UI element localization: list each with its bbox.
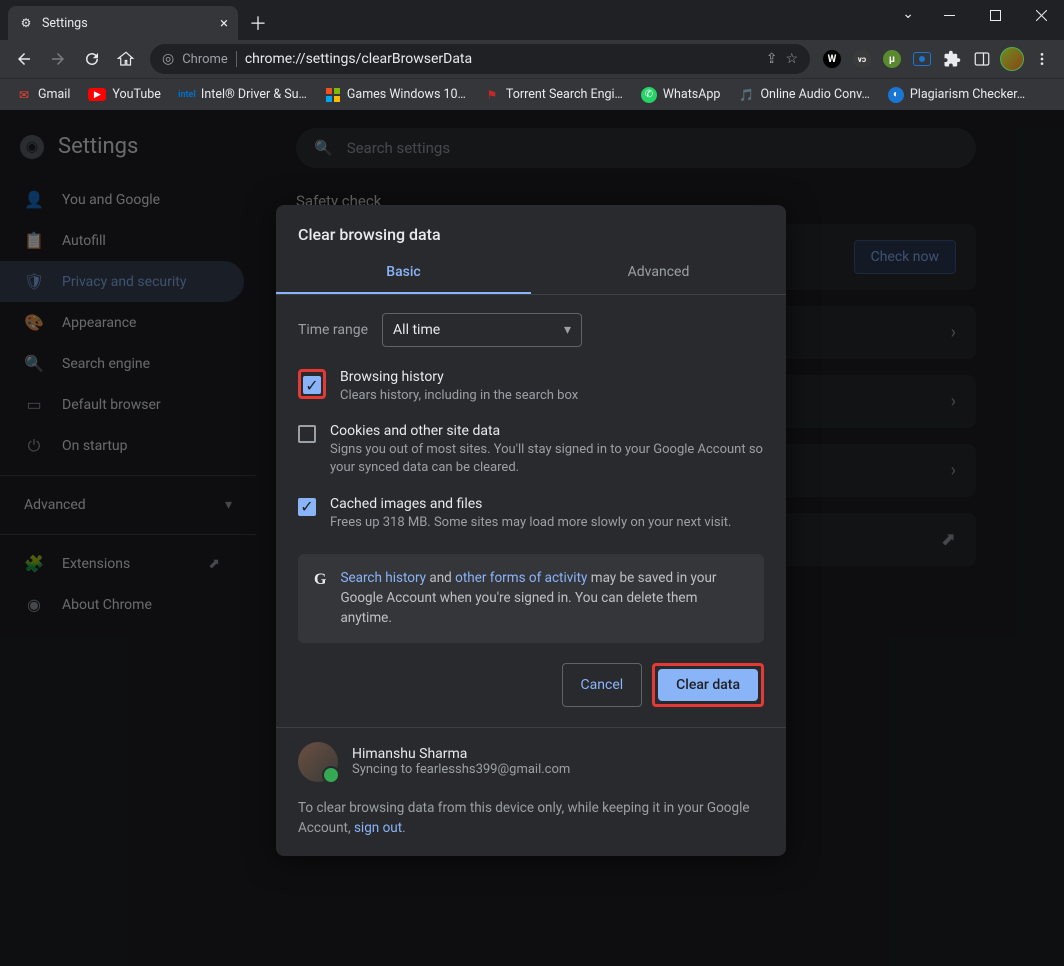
user-avatar bbox=[298, 742, 338, 782]
item-title: Cookies and other site data bbox=[330, 423, 764, 439]
torrent-icon: ⚑ bbox=[484, 87, 500, 103]
clear-browsing-data-dialog: Clear browsing data Basic Advanced Time … bbox=[276, 205, 786, 856]
reload-button[interactable] bbox=[76, 43, 108, 75]
ext-rec-icon[interactable] bbox=[908, 45, 936, 73]
audio-icon: 🎵 bbox=[738, 87, 754, 103]
bookmark-plagiarism[interactable]: ◐Plagiarism Checker… bbox=[880, 83, 1033, 107]
url-text: chrome://settings/clearBrowserData bbox=[245, 51, 472, 67]
gmail-icon: ✉ bbox=[16, 87, 32, 103]
checkbox-browsing-history[interactable]: ✓ bbox=[303, 376, 321, 394]
bookmark-audio[interactable]: 🎵Online Audio Conv… bbox=[730, 83, 877, 107]
home-button[interactable] bbox=[110, 43, 142, 75]
tab-title: Settings bbox=[42, 16, 88, 31]
bookmarks-bar: ✉Gmail ▶YouTube intelIntel® Driver & Su…… bbox=[0, 78, 1064, 110]
close-tab-icon[interactable]: × bbox=[220, 14, 228, 32]
tab-advanced[interactable]: Advanced bbox=[531, 252, 786, 294]
item-subtitle: Frees up 318 MB. Some sites may load mor… bbox=[330, 514, 731, 532]
cancel-button[interactable]: Cancel bbox=[562, 663, 643, 707]
browser-title-bar: ⚙ Settings × ＋ ⌄ bbox=[0, 0, 1064, 40]
dialog-title: Clear browsing data bbox=[276, 205, 786, 252]
intel-icon: intel bbox=[179, 87, 195, 103]
bookmark-games[interactable]: Games Windows 10… bbox=[317, 83, 474, 107]
window-minimize-button[interactable] bbox=[926, 0, 972, 30]
share-icon[interactable]: ⇪ bbox=[766, 51, 778, 67]
gear-icon: ⚙ bbox=[18, 15, 34, 31]
extensions-puzzle-icon[interactable] bbox=[938, 45, 966, 73]
google-g-icon: G bbox=[314, 568, 326, 629]
browser-tab[interactable]: ⚙ Settings × bbox=[8, 6, 238, 40]
address-bar[interactable]: ◎ Chrome chrome://settings/clearBrowserD… bbox=[150, 44, 810, 74]
google-info-box: G Search history and other forms of acti… bbox=[298, 554, 764, 643]
window-maximize-button[interactable] bbox=[972, 0, 1018, 30]
bookmark-whatsapp[interactable]: ✆WhatsApp bbox=[633, 83, 729, 107]
checkbox-cookies[interactable] bbox=[298, 425, 316, 443]
side-panel-icon[interactable] bbox=[968, 45, 996, 73]
other-activity-link[interactable]: other forms of activity bbox=[455, 570, 587, 586]
sign-out-link[interactable]: sign out bbox=[354, 820, 402, 836]
chevron-down-icon: ▾ bbox=[564, 322, 571, 338]
youtube-icon: ▶ bbox=[88, 88, 106, 101]
user-row: Himanshu Sharma Syncing to fearlesshs399… bbox=[276, 742, 786, 782]
clear-data-button[interactable]: Clear data bbox=[658, 669, 758, 701]
item-title: Cached images and files bbox=[330, 496, 731, 512]
windows-icon bbox=[325, 87, 341, 103]
search-history-link[interactable]: Search history bbox=[340, 570, 426, 586]
back-button[interactable] bbox=[8, 43, 40, 75]
user-sync-status: Syncing to fearlesshs399@gmail.com bbox=[352, 762, 570, 777]
url-scheme-label: Chrome bbox=[182, 52, 228, 67]
highlight-box-2: Clear data bbox=[652, 663, 764, 707]
profile-avatar[interactable] bbox=[998, 45, 1026, 73]
highlight-box-1: ✓ bbox=[298, 369, 326, 399]
ext-wallaby-icon[interactable]: W bbox=[818, 45, 846, 73]
window-close-button[interactable] bbox=[1018, 0, 1064, 30]
browser-toolbar: ◎ Chrome chrome://settings/clearBrowserD… bbox=[0, 40, 1064, 78]
item-title: Browsing history bbox=[340, 369, 578, 385]
bookmark-star-icon[interactable]: ☆ bbox=[785, 51, 798, 67]
new-tab-button[interactable]: ＋ bbox=[244, 9, 272, 37]
bookmark-intel[interactable]: intelIntel® Driver & Su… bbox=[171, 83, 315, 107]
bookmark-gmail[interactable]: ✉Gmail bbox=[8, 83, 78, 107]
site-info-icon[interactable]: ◎ bbox=[162, 51, 174, 67]
bookmark-torrent[interactable]: ⚑Torrent Search Engi… bbox=[476, 83, 631, 107]
forward-button[interactable] bbox=[42, 43, 74, 75]
item-subtitle: Signs you out of most sites. You'll stay… bbox=[330, 441, 764, 477]
omnibox-divider bbox=[236, 51, 237, 67]
ext-utorrent-icon[interactable]: μ bbox=[878, 45, 906, 73]
browser-menu-icon[interactable] bbox=[1028, 45, 1056, 73]
user-name: Himanshu Sharma bbox=[352, 746, 570, 762]
item-subtitle: Clears history, including in the search … bbox=[340, 387, 578, 405]
checkbox-cache[interactable]: ✓ bbox=[298, 498, 316, 516]
plagiarism-icon: ◐ bbox=[888, 87, 904, 103]
bookmark-youtube[interactable]: ▶YouTube bbox=[80, 83, 169, 106]
time-range-select[interactable]: All time ▾ bbox=[382, 313, 582, 347]
tab-basic[interactable]: Basic bbox=[276, 252, 531, 294]
dialog-footer-text: To clear browsing data from this device … bbox=[276, 782, 786, 839]
whatsapp-icon: ✆ bbox=[641, 87, 657, 103]
tab-search-icon[interactable]: ⌄ bbox=[902, 6, 914, 22]
time-range-label: Time range bbox=[298, 322, 368, 338]
ext-vd-icon[interactable]: vɔ bbox=[848, 45, 876, 73]
